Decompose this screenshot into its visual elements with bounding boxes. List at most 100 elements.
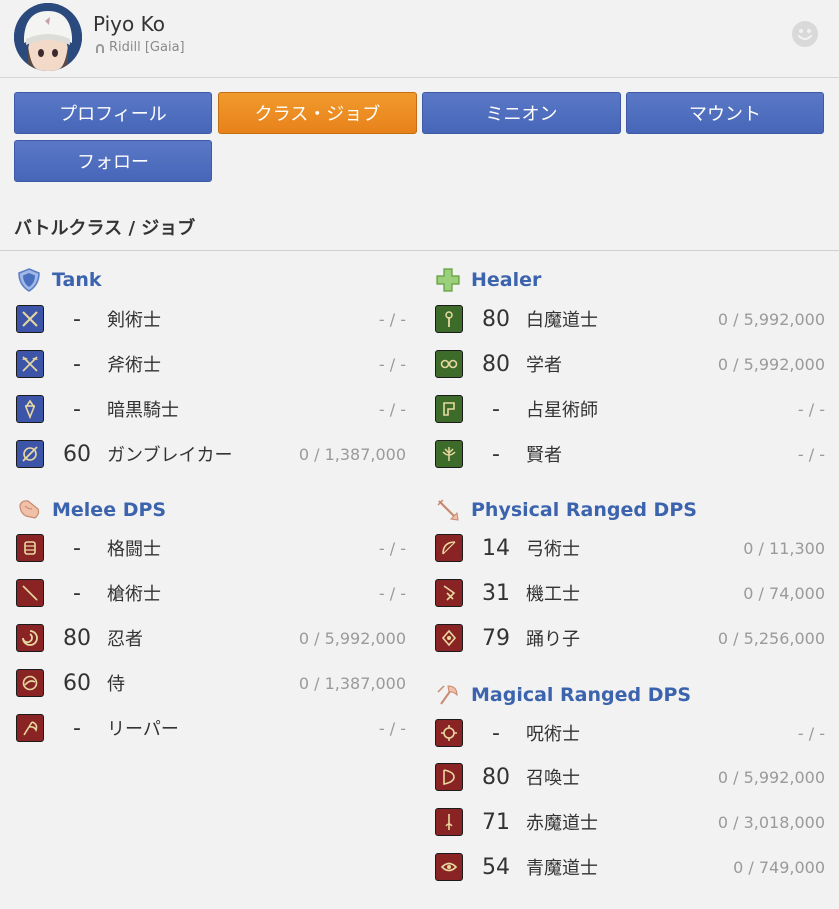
melee-dps-role-icon (16, 497, 42, 523)
archer-icon (435, 534, 463, 562)
job-level: - (492, 441, 500, 467)
job-exp: 0 / 749,000 (733, 857, 825, 877)
job-row-gunbreaker[interactable]: 60 ガンブレイカー 0 / 1,387,000 (16, 437, 406, 471)
group-title: Physical Ranged DPS (471, 499, 697, 521)
job-level: - (492, 720, 500, 746)
job-exp: 0 / 5,992,000 (717, 767, 825, 787)
job-row-dancer[interactable]: 79 踊り子 0 / 5,256,000 (435, 621, 825, 655)
job-row-machinist[interactable]: 31 機工士 0 / 74,000 (435, 576, 825, 610)
red-mage-icon (435, 808, 463, 836)
job-level: - (73, 396, 81, 422)
job-exp: - / - (378, 583, 406, 603)
job-exp: 0 / 74,000 (743, 583, 825, 603)
summoner-icon (435, 763, 463, 791)
job-row-thaumaturge[interactable]: - 呪術士 - / - (435, 716, 825, 750)
magical-ranged-role-icon (435, 682, 461, 708)
group-title: Melee DPS (52, 499, 167, 521)
pugilist-icon (16, 534, 44, 562)
home-world-icon (94, 42, 106, 54)
tank-role-icon (16, 267, 42, 293)
job-row-blue-mage[interactable]: 54 青魔道士 0 / 749,000 (435, 850, 825, 884)
job-row-marauder[interactable]: - 斧術士 - / - (16, 347, 406, 381)
gunbreaker-icon (16, 440, 44, 468)
job-row-sage[interactable]: - 賢者 - / - (435, 437, 825, 471)
job-row-dark-knight[interactable]: - 暗黒騎士 - / - (16, 392, 406, 426)
job-name: 占星術師 (526, 400, 598, 421)
job-name: 暗黒騎士 (107, 400, 179, 421)
avatar[interactable] (14, 3, 82, 71)
job-exp: - / - (797, 723, 825, 743)
character-world: Ridill [Gaia] (94, 40, 185, 55)
healer-role-icon (435, 267, 461, 293)
job-row-summoner[interactable]: 80 召喚士 0 / 5,992,000 (435, 760, 825, 794)
job-name: 機工士 (526, 584, 580, 605)
job-row-reaper[interactable]: - リーパー - / - (16, 711, 406, 745)
job-level: - (73, 306, 81, 332)
scholar-icon (435, 350, 463, 378)
job-level: 79 (482, 625, 510, 651)
samurai-icon (16, 669, 44, 697)
job-exp: 0 / 5,992,000 (717, 354, 825, 374)
job-level: 80 (482, 306, 510, 332)
job-exp: 0 / 5,992,000 (298, 628, 406, 648)
job-level: 60 (63, 670, 91, 696)
job-level: 80 (482, 351, 510, 377)
emote-icon[interactable] (791, 20, 819, 48)
group-physical-ranged-dps: Physical Ranged DPS (435, 497, 697, 523)
job-name: 赤魔道士 (526, 813, 598, 834)
job-exp: - / - (378, 309, 406, 329)
job-name: 呪術士 (526, 724, 580, 745)
job-level: 54 (482, 854, 510, 880)
job-exp: - / - (797, 399, 825, 419)
section-title: バトルクラス / ジョブ (14, 218, 196, 239)
tab-profile[interactable]: プロフィール (14, 92, 212, 134)
tab-follow[interactable]: フォロー (14, 140, 212, 182)
job-row-pugilist[interactable]: - 格闘士 - / - (16, 531, 406, 565)
tab-minion[interactable]: ミニオン (422, 92, 621, 134)
job-level: - (73, 351, 81, 377)
job-row-lancer[interactable]: - 槍術士 - / - (16, 576, 406, 610)
job-row-ninja[interactable]: 80 忍者 0 / 5,992,000 (16, 621, 406, 655)
physical-ranged-role-icon (435, 497, 461, 523)
job-name: 召喚士 (526, 768, 580, 789)
job-row-samurai[interactable]: 60 侍 0 / 1,387,000 (16, 666, 406, 700)
job-name: 学者 (526, 355, 562, 376)
divider (0, 250, 839, 251)
job-exp: - / - (378, 538, 406, 558)
gladiator-icon (16, 305, 44, 333)
job-row-white-mage[interactable]: 80 白魔道士 0 / 5,992,000 (435, 302, 825, 336)
job-row-astrologian[interactable]: - 占星術師 - / - (435, 392, 825, 426)
profile-header: Piyo Ko Ridill [Gaia] (0, 0, 839, 78)
job-level: 71 (482, 809, 510, 835)
group-title: Tank (52, 269, 102, 291)
job-name: 格闘士 (107, 539, 161, 560)
job-level: 14 (482, 535, 510, 561)
ninja-icon (16, 624, 44, 652)
white-mage-icon (435, 305, 463, 333)
job-row-archer[interactable]: 14 弓術士 0 / 11,300 (435, 531, 825, 565)
group-title: Magical Ranged DPS (471, 684, 692, 706)
job-name: 賢者 (526, 445, 562, 466)
job-name: 青魔道士 (526, 858, 598, 879)
tab-mount[interactable]: マウント (626, 92, 824, 134)
dark-knight-icon (16, 395, 44, 423)
tab-class-job[interactable]: クラス・ジョブ (218, 92, 417, 134)
job-name: 踊り子 (526, 629, 580, 650)
job-name: 斧術士 (107, 355, 161, 376)
job-row-scholar[interactable]: 80 学者 0 / 5,992,000 (435, 347, 825, 381)
job-row-red-mage[interactable]: 71 赤魔道士 0 / 3,018,000 (435, 805, 825, 839)
character-name: Piyo Ko (93, 12, 165, 36)
job-exp: - / - (378, 399, 406, 419)
group-magical-ranged-dps: Magical Ranged DPS (435, 682, 691, 708)
lancer-icon (16, 579, 44, 607)
job-level: - (73, 580, 81, 606)
job-level: - (73, 535, 81, 561)
job-name: 侍 (107, 674, 125, 695)
job-level: 80 (63, 625, 91, 651)
dancer-icon (435, 624, 463, 652)
machinist-icon (435, 579, 463, 607)
job-level: 80 (482, 764, 510, 790)
job-row-gladiator[interactable]: - 剣術士 - / - (16, 302, 406, 336)
job-level: - (492, 396, 500, 422)
job-level: 31 (482, 580, 510, 606)
